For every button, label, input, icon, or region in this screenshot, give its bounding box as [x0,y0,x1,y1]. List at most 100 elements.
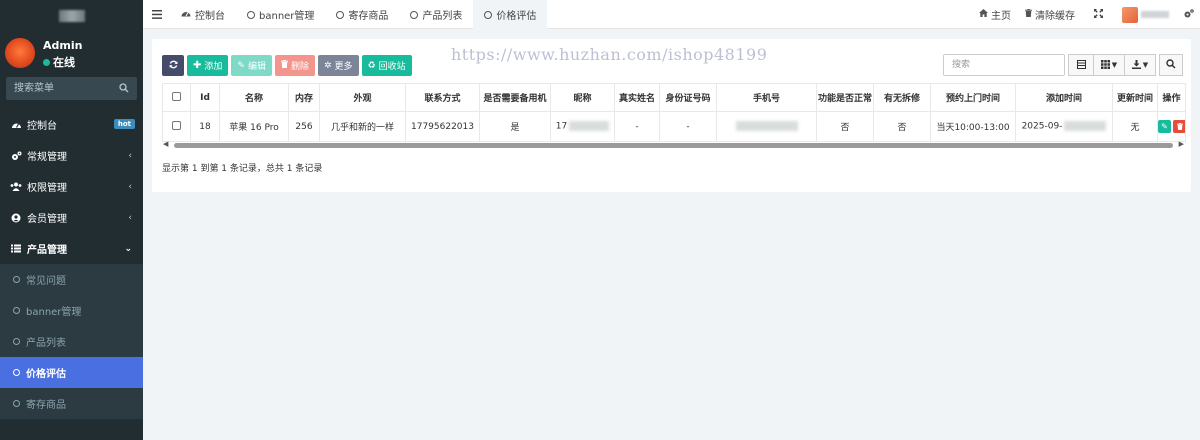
home-icon [979,9,988,20]
select-all-cell [162,83,191,112]
nickname-visible: 17 [555,121,568,132]
user-status-label: 在线 [53,56,75,69]
settings-button[interactable] [1176,8,1200,21]
edit-label: 编辑 [247,62,266,72]
tab-price-evaluation[interactable]: 价格评估 [473,0,548,29]
sidebar-item-label: 寄存商品 [26,400,66,411]
clear-cache-button[interactable]: 清除缓存 [1018,7,1082,22]
scrollbar-thumb[interactable] [174,143,1173,148]
hot-badge: hot [113,119,135,129]
table-cell: 256 [288,111,320,142]
caret-down-icon: ▼ [1142,61,1149,69]
column-header[interactable]: 真实姓名 [614,83,660,112]
advanced-search-button[interactable] [1159,54,1183,76]
expand-icon [1094,8,1103,21]
circle-icon [13,400,20,407]
select-all-checkbox[interactable] [172,91,181,101]
home-button[interactable]: 主页 [972,7,1018,22]
sidebar-item-price-evaluation[interactable]: 价格评估 [0,357,143,388]
column-header[interactable]: 预约上门时间 [930,83,1016,112]
table-header-row: Id 名称 内存 外观 联系方式 是否需要备用机 昵称 真实姓名 身份证号码 手… [162,83,1186,112]
tab-consignment[interactable]: 寄存商品 [325,0,399,29]
column-header[interactable]: 有无拆修 [873,83,931,112]
sidebar-item-label: 产品列表 [26,338,66,349]
row-edit-button[interactable]: ✎ [1158,120,1171,133]
sidebar-item-consignment[interactable]: 寄存商品 [0,388,143,419]
sidebar-item-label: 会员管理 [27,214,67,225]
menu-search-input[interactable] [6,77,137,100]
column-header[interactable]: 名称 [219,83,289,112]
table-row[interactable]: 18 苹果 16 Pro 256 几乎和新的一样 17795622013 是 1… [162,111,1186,142]
column-header[interactable]: Id [190,83,220,112]
table-search [943,54,1065,76]
tab-label: 产品列表 [422,11,463,22]
sidebar-item-faq[interactable]: 常见问题 [0,264,143,295]
scroll-left-icon[interactable]: ◀ [163,140,168,148]
clear-cache-label: 清除缓存 [1035,11,1075,22]
horizontal-scrollbar[interactable]: ◀ ▶ [162,140,1185,148]
circle-icon [13,338,20,345]
caret-down-icon: ▼ [1111,61,1118,69]
grid-icon [1100,59,1110,71]
export-dropdown[interactable]: ▼ [1125,54,1156,76]
pagination-info: 显示第 1 到第 1 条记录，总共 1 条记录 [162,164,323,174]
table-cell: 无 [1112,111,1158,142]
table-cell: - [659,111,717,142]
add-button[interactable]: ✚ 添加 [187,55,229,76]
column-header[interactable]: 更新时间 [1112,83,1158,112]
sidebar-item-auth[interactable]: 权限管理 ‹ [0,171,143,202]
column-header[interactable]: 外观 [319,83,406,112]
column-header[interactable]: 身份证号码 [659,83,717,112]
search-icon [1166,58,1176,72]
search-icon[interactable] [119,82,129,96]
column-header[interactable]: 功能是否正常 [816,83,874,112]
table-cell: 当天10:00-13:00 [930,111,1016,142]
delete-button[interactable]: 删除 [274,55,315,76]
user-menu[interactable] [1115,6,1176,23]
sidebar-item-products[interactable]: 产品管理 ⌄ [0,233,143,264]
sidebar-menu: 控制台 hot 常规管理 ‹ 权限管理 ‹ 会员管理 ‹ 产品管理 ⌄ 常见问题… [0,109,143,419]
table-toolbar: ✚ 添加 ✎ 编辑 删除 ✲ 更多 ♻ 回收站 [162,55,412,76]
tab-dashboard[interactable]: 控制台 [170,0,236,29]
trash-icon [1176,123,1183,130]
column-header[interactable]: 联系方式 [405,83,480,112]
more-button[interactable]: ✲ 更多 [317,55,359,76]
fullscreen-button[interactable] [1082,8,1115,21]
pencil-icon: ✎ [1161,122,1168,131]
column-header: 操作 [1157,83,1186,112]
recycle-icon: ♻ [367,60,376,71]
table-cell: 几乎和新的一样 [319,111,406,142]
gears-icon [1184,8,1194,21]
table-search-input[interactable] [944,55,1064,75]
menu-search [6,77,137,100]
edit-button[interactable]: ✎ 编辑 [231,55,272,76]
tab-banner[interactable]: banner管理 [236,0,325,29]
sidebar-item-product-list[interactable]: 产品列表 [0,326,143,357]
redacted-text [735,121,798,132]
column-header[interactable]: 内存 [288,83,320,112]
row-delete-button[interactable] [1173,120,1185,133]
scroll-right-icon[interactable]: ▶ [1179,140,1184,148]
row-checkbox[interactable] [172,120,181,130]
columns-dropdown[interactable]: ▼ [1094,54,1125,76]
column-header[interactable]: 是否需要备用机 [479,83,551,112]
more-label: 更多 [334,62,353,72]
sidebar-item-members[interactable]: 会员管理 ‹ [0,202,143,233]
menu-toggle-icon[interactable] [152,8,162,22]
column-header[interactable]: 昵称 [550,83,615,112]
top-actions: 主页 清除缓存 [972,0,1200,29]
toggle-view-button[interactable] [1068,54,1094,76]
tab-product-list[interactable]: 产品列表 [399,0,473,29]
logo[interactable] [0,0,143,32]
recycle-bin-button[interactable]: ♻ 回收站 [361,55,412,76]
column-header[interactable]: 添加时间 [1015,83,1113,112]
table-cell: 是 [479,111,551,142]
sidebar-item-banner[interactable]: banner管理 [0,295,143,326]
table-cell-phone [716,111,817,142]
circle-icon [13,307,20,314]
sidebar-item-general[interactable]: 常规管理 ‹ [0,140,143,171]
sidebar-item-dashboard[interactable]: 控制台 hot [0,109,143,140]
sidebar: Admin 在线 控制台 hot 常规管理 ‹ [0,0,143,440]
column-header[interactable]: 手机号 [716,83,817,112]
refresh-button[interactable] [162,55,184,76]
